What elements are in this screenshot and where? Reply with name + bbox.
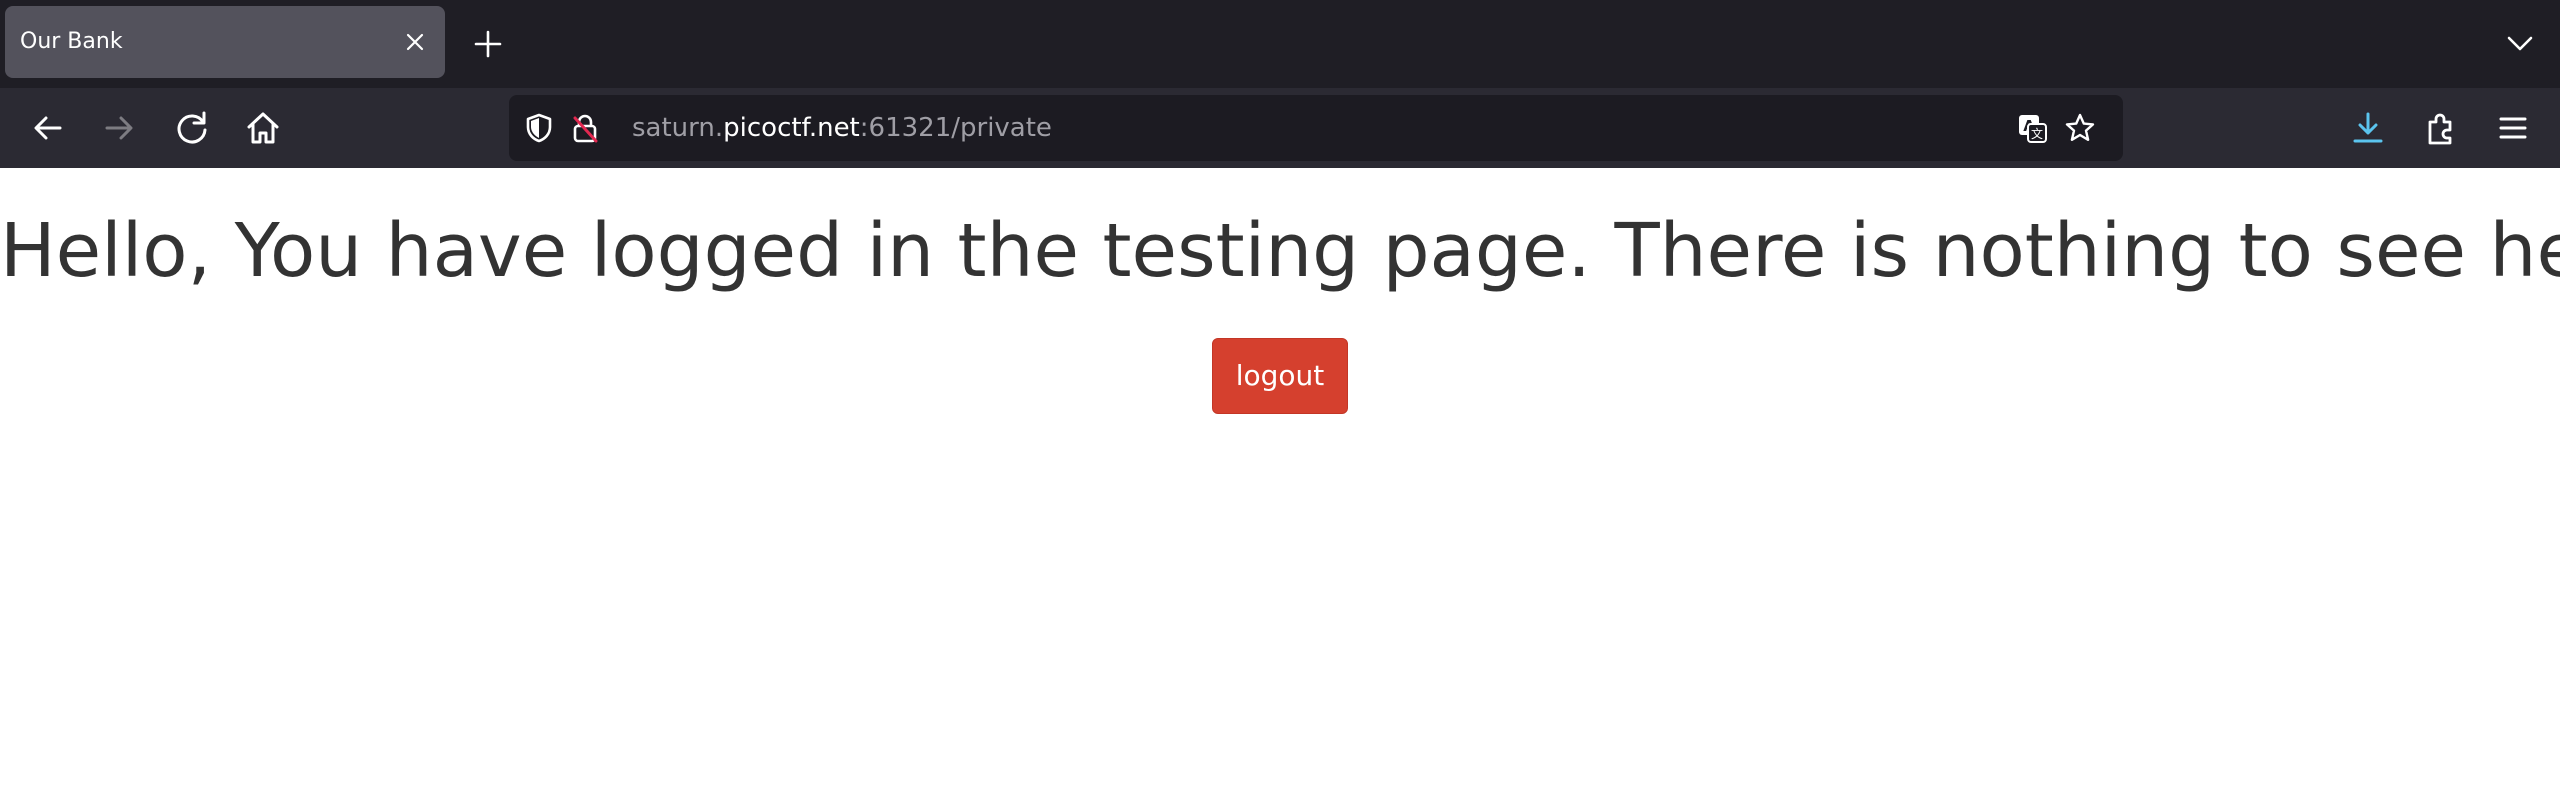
shield-icon[interactable]	[523, 112, 555, 144]
home-icon[interactable]	[243, 108, 283, 148]
url-host: picoctf.net	[723, 113, 860, 143]
translate-icon[interactable]: A 文	[2016, 112, 2048, 144]
plus-icon[interactable]	[473, 29, 503, 59]
star-icon[interactable]	[2064, 112, 2096, 144]
tab-our-bank[interactable]: Our Bank	[5, 6, 445, 78]
web-page: Hello, You have logged in the testing pa…	[0, 168, 2560, 800]
svg-text:文: 文	[2031, 126, 2043, 141]
address-bar[interactable]: saturn.picoctf.net:61321/private A 文	[509, 95, 2123, 161]
chevron-down-icon[interactable]	[2506, 32, 2534, 54]
url-path: :61321/private	[859, 113, 1052, 143]
lock-strikethrough-icon[interactable]	[569, 112, 601, 144]
url-text[interactable]: saturn.picoctf.net:61321/private	[632, 95, 1052, 161]
hamburger-menu-icon[interactable]	[2493, 108, 2533, 148]
logout-button[interactable]: logout	[1212, 338, 1348, 414]
arrow-left-icon[interactable]	[28, 108, 68, 148]
tab-strip: Our Bank	[0, 0, 2560, 88]
reload-icon[interactable]	[172, 108, 212, 148]
url-subdomain: saturn.	[632, 113, 724, 143]
page-heading: Hello, You have logged in the testing pa…	[0, 208, 2560, 294]
puzzle-icon[interactable]	[2421, 108, 2461, 148]
arrow-right-icon[interactable]	[99, 108, 139, 148]
close-icon[interactable]	[403, 30, 427, 54]
navigation-toolbar: saturn.picoctf.net:61321/private A 文	[0, 88, 2560, 168]
tab-title: Our Bank	[20, 29, 123, 54]
download-icon[interactable]	[2348, 108, 2388, 148]
